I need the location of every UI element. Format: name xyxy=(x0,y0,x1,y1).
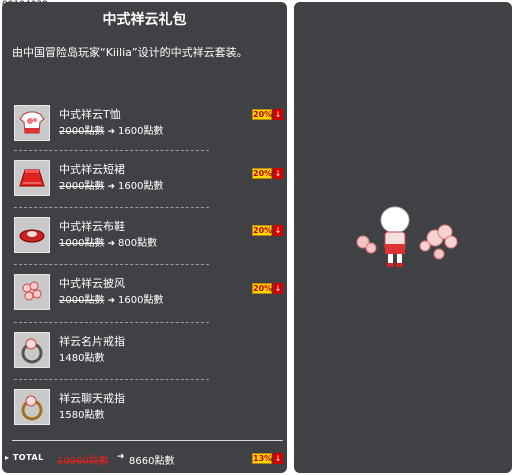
total-label: ▸ TOTAL xyxy=(5,453,44,462)
arrow-right-icon: ➜ xyxy=(117,452,125,462)
divider xyxy=(14,207,209,208)
arrow-right-icon: ➜ xyxy=(107,296,115,306)
character-avatar xyxy=(345,200,465,280)
discount-percent: 20% xyxy=(252,168,273,179)
list-item[interactable]: 祥云名片戒指 1480點數 xyxy=(14,332,209,372)
item-name: 祥云聊天戒指 xyxy=(59,392,125,405)
total-divider xyxy=(12,440,283,441)
list-item[interactable]: 中式祥云T恤 2000點數 ➜ 1600點數 xyxy=(14,105,209,145)
discount-badge: 13% ↓ xyxy=(252,453,283,464)
item-name: 中式祥云短裙 xyxy=(59,163,125,176)
arrow-right-icon: ➜ xyxy=(107,239,115,249)
down-arrow-icon: ↓ xyxy=(273,283,283,294)
original-price: 2000點數 xyxy=(59,126,105,137)
down-arrow-icon: ↓ xyxy=(273,109,283,120)
package-title: 中式祥云礼包 xyxy=(102,12,187,28)
shirt-icon xyxy=(14,105,50,141)
original-price: 2000點數 xyxy=(59,295,105,306)
discount-badge: 20% ↓ xyxy=(252,283,283,294)
item-price: 1480點數 xyxy=(59,353,105,364)
item-name: 中式祥云披风 xyxy=(59,277,125,290)
discount-badge: 20% ↓ xyxy=(252,168,283,179)
list-item[interactable]: 中式祥云披风 2000點數 ➜ 1600點數 xyxy=(14,274,209,314)
total-sale-price: 8660點數 xyxy=(129,456,175,467)
package-description: 由中国冒险岛玩家“Kiilia”设计的中式祥云套装。 xyxy=(12,46,248,59)
divider xyxy=(14,322,209,323)
sale-price: 1600點數 xyxy=(118,295,164,306)
total-original-price: 10960點數 xyxy=(57,456,109,467)
item-price: 2000點數 ➜ 1600點數 xyxy=(59,291,163,306)
discount-percent: 20% xyxy=(252,283,273,294)
original-price: 2000點數 xyxy=(59,181,105,192)
down-arrow-icon: ↓ xyxy=(273,453,283,464)
list-item[interactable]: 祥云聊天戒指 1580點數 xyxy=(14,389,209,429)
item-price: 1580點數 xyxy=(59,410,105,421)
sale-price: 1600點數 xyxy=(118,181,164,192)
discount-percent: 13% xyxy=(252,453,273,464)
item-price: 1000點數 ➜ 800點數 xyxy=(59,234,157,249)
package-detail-panel: 中式祥云礼包 由中国冒险岛玩家“Kiilia”设计的中式祥云套装。 中式祥云T恤… xyxy=(2,2,287,473)
ring-icon xyxy=(14,389,50,425)
total-row: ▸ TOTAL 10960點數 ➜ 8660點數 xyxy=(5,452,285,467)
original-price: 1000點數 xyxy=(59,238,105,249)
discount-badge: 20% ↓ xyxy=(252,109,283,120)
item-price: 2000點數 ➜ 1600點數 xyxy=(59,122,163,137)
skirt-icon xyxy=(14,160,50,196)
ring-icon xyxy=(14,332,50,368)
down-arrow-icon: ↓ xyxy=(273,225,283,236)
item-price: 2000點數 ➜ 1600點數 xyxy=(59,177,163,192)
divider xyxy=(14,264,209,265)
cape-icon xyxy=(14,274,50,310)
divider xyxy=(14,150,209,151)
discount-percent: 20% xyxy=(252,225,273,236)
discount-percent: 20% xyxy=(252,109,273,120)
sale-price: 800點數 xyxy=(118,238,158,249)
item-name: 中式祥云布鞋 xyxy=(59,220,125,233)
arrow-right-icon: ➜ xyxy=(107,127,115,137)
sale-price: 1600點數 xyxy=(118,126,164,137)
list-item[interactable]: 中式祥云布鞋 1000點數 ➜ 800點數 xyxy=(14,217,209,257)
item-name: 祥云名片戒指 xyxy=(59,335,125,348)
down-arrow-icon: ↓ xyxy=(273,168,283,179)
discount-badge: 20% ↓ xyxy=(252,225,283,236)
divider xyxy=(14,379,209,380)
shoe-icon xyxy=(14,217,50,253)
arrow-right-icon: ➜ xyxy=(107,182,115,192)
list-item[interactable]: 中式祥云短裙 2000點數 ➜ 1600點數 xyxy=(14,160,209,200)
item-name: 中式祥云T恤 xyxy=(59,108,121,121)
